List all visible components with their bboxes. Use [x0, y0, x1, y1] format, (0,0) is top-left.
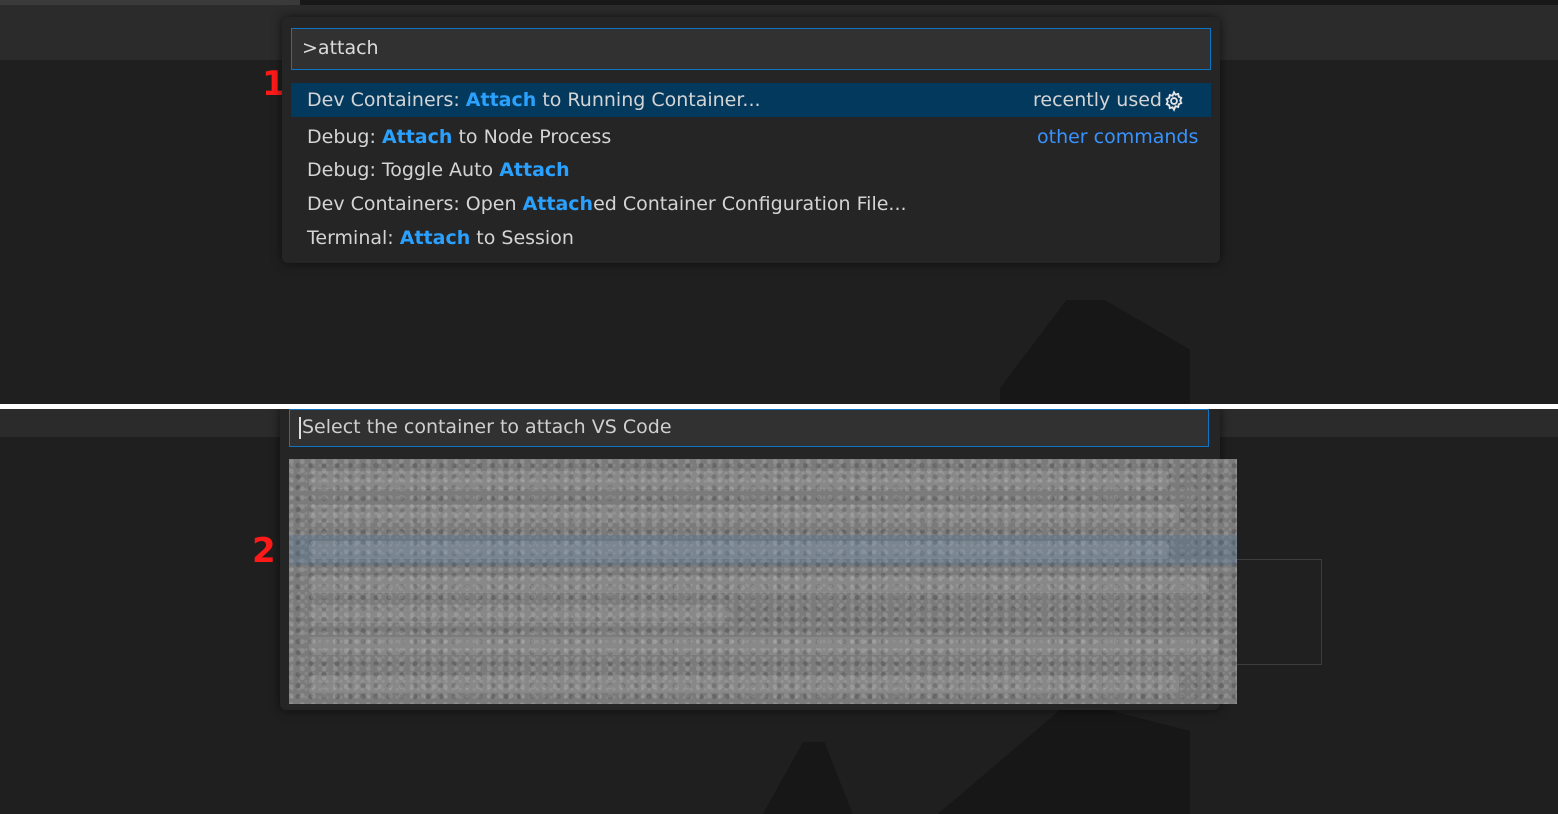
command-label: Debug: Attach to Node Process [307, 126, 612, 148]
match-highlight: Attach [465, 89, 537, 111]
obscured-row [309, 471, 1169, 489]
match-highlight: Attach [381, 126, 453, 148]
screenshot-panel-1: 1 >attach Dev Containers: Attach to Runn… [0, 0, 1558, 404]
background-dialog-edge [1237, 559, 1322, 665]
container-search-placeholder: Select the container to attach VS Code [302, 416, 672, 438]
watermark-logo [1000, 300, 1190, 404]
match-highlight: Attach [499, 159, 570, 181]
command-label: Dev Containers: Open Attached Container … [307, 193, 907, 215]
obscured-row [309, 637, 1219, 655]
obscured-row [309, 541, 1169, 559]
command-item-open-attached-config[interactable]: Dev Containers: Open Attached Container … [291, 187, 1211, 221]
text-cursor [299, 416, 301, 439]
container-search-input[interactable]: Select the container to attach VS Code [289, 409, 1209, 447]
obscured-container-list [289, 459, 1237, 704]
command-item-attach-running-container[interactable]: Dev Containers: Attach to Running Contai… [291, 83, 1211, 117]
command-label: Dev Containers: Attach to Running Contai… [307, 89, 761, 111]
command-label: Debug: Toggle Auto Attach [307, 159, 570, 181]
gear-icon[interactable] [1163, 90, 1185, 112]
command-item-attach-node-process[interactable]: Debug: Attach to Node Process other comm… [291, 120, 1211, 154]
command-palette: >attach Dev Containers: Attach to Runnin… [282, 17, 1220, 263]
watermark-logo [760, 709, 1190, 814]
command-item-toggle-auto-attach[interactable]: Debug: Toggle Auto Attach [291, 153, 1211, 187]
obscured-row [309, 675, 1179, 693]
match-highlight: Attach [399, 227, 471, 249]
command-label: Terminal: Attach to Session [307, 227, 574, 249]
editor-tab[interactable] [0, 0, 300, 5]
other-commands-link[interactable]: other commands [1037, 120, 1198, 154]
obscured-row [309, 505, 1179, 523]
command-item-terminal-attach-session[interactable]: Terminal: Attach to Session [291, 221, 1211, 255]
obscured-row [309, 575, 1209, 593]
obscured-row [309, 605, 729, 623]
command-input[interactable]: >attach [291, 28, 1211, 70]
match-highlight: Attach [522, 193, 594, 215]
screenshot-panel-2: 2 Select the container to attach VS Code [0, 409, 1558, 814]
step-marker-2: 2 [252, 531, 276, 571]
recently-used-label: recently used [1033, 89, 1162, 111]
